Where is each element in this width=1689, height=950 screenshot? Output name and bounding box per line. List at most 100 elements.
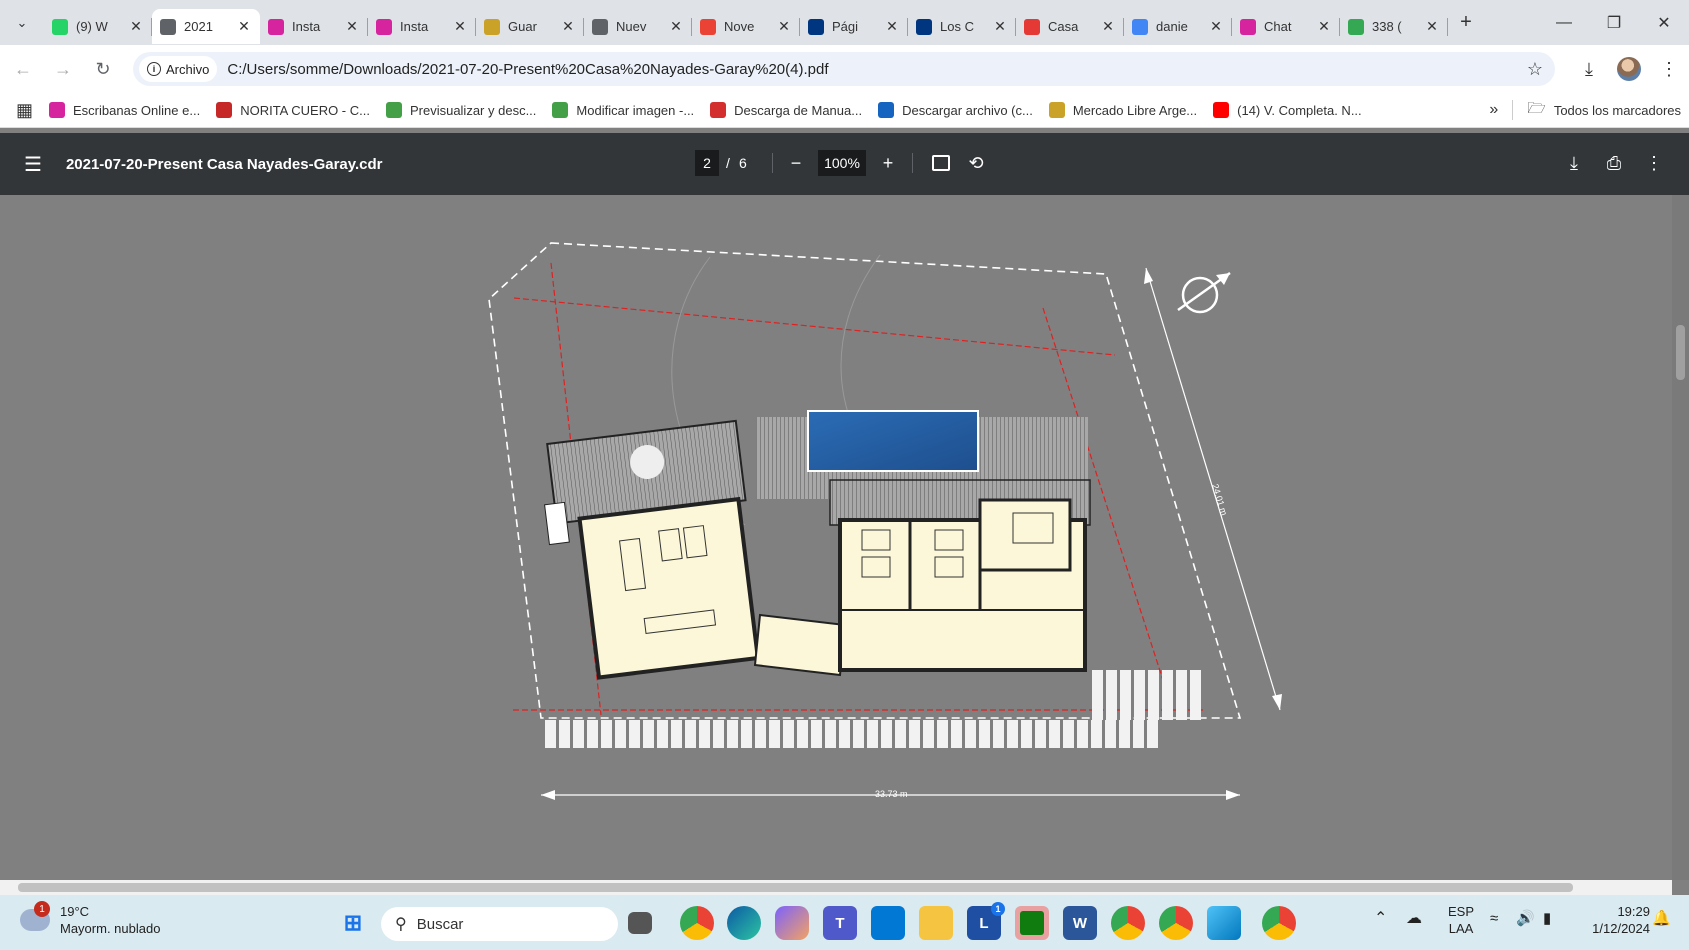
tray-overflow-icon[interactable]: ⌃	[1374, 910, 1387, 927]
windows-start-icon[interactable]: ⊞	[336, 906, 370, 940]
bookmark-item[interactable]: (14) V. Completa. N...	[1205, 96, 1370, 124]
tab-4[interactable]: Guar ✕	[476, 9, 584, 44]
tab-close-icon[interactable]: ✕	[884, 18, 900, 35]
bookmark-item[interactable]: Descargar archivo (c...	[870, 96, 1041, 124]
copilot-taskbar-icon[interactable]	[775, 906, 809, 940]
tab-12[interactable]: 338 (✕	[1340, 9, 1448, 44]
pdf-more-button[interactable]: ⋮	[1640, 150, 1668, 176]
volume-icon[interactable]: 🔊	[1516, 910, 1535, 927]
clock[interactable]: 19:29 1/12/2024	[1580, 903, 1650, 937]
tab-close-icon[interactable]: ✕	[452, 18, 468, 35]
zoom-level-input[interactable]: 100%	[818, 150, 866, 176]
tab-0[interactable]: (9) W ✕	[44, 9, 152, 44]
xbox-taskbar-icon[interactable]	[1015, 906, 1049, 940]
url-text[interactable]: C:/Users/somme/Downloads/2021-07-20-Pres…	[227, 61, 828, 78]
horizontal-scrollbar[interactable]	[0, 880, 1672, 895]
bookmark-label: Escribanas Online e...	[73, 102, 201, 118]
tab-close-icon[interactable]: ✕	[992, 18, 1008, 35]
all-bookmarks-button[interactable]: 🗁 Todos los marcadores	[1519, 96, 1689, 124]
taskbar-search[interactable]: ⚲ Buscar	[381, 907, 618, 941]
pdf-viewer[interactable]: 33.73 m 24.01 m	[0, 195, 1689, 880]
chrome-taskbar-icon[interactable]	[680, 906, 714, 940]
tab-close-icon[interactable]: ✕	[1208, 18, 1224, 35]
bookmark-item[interactable]: Escribanas Online e...	[41, 96, 208, 124]
tab-7[interactable]: Pági ✕	[800, 9, 908, 44]
minimize-button[interactable]: —	[1539, 0, 1589, 45]
tab-9[interactable]: Casa ✕	[1016, 9, 1124, 44]
bookmark-item[interactable]: Modificar imagen -...	[544, 96, 702, 124]
tab-8[interactable]: Los C ✕	[908, 9, 1016, 44]
pdf-menu-icon[interactable]: ☰	[24, 152, 42, 177]
tab-5[interactable]: Nuev ✕	[584, 9, 692, 44]
print-button[interactable]: ⎙	[1600, 150, 1628, 176]
pdf-download-button[interactable]: ⤓	[1560, 150, 1588, 176]
language-indicator[interactable]: ESP LAA	[1448, 903, 1474, 937]
tab-close-icon[interactable]: ✕	[344, 18, 360, 35]
tab-close-icon[interactable]: ✕	[668, 18, 684, 35]
bookmark-item[interactable]: Mercado Libre Arge...	[1041, 96, 1205, 124]
l-app-taskbar-icon[interactable]: L1	[967, 902, 1005, 940]
page-number-input[interactable]: 2	[695, 150, 719, 176]
downloads-icon[interactable]: ⤓	[1569, 59, 1609, 80]
tab-close-icon[interactable]: ✕	[236, 18, 252, 35]
bookmark-item[interactable]: Descarga de Manua...	[702, 96, 870, 124]
walkway-tile	[1120, 670, 1131, 720]
walkway-tile	[699, 720, 710, 748]
tab-title: Pági	[832, 19, 859, 34]
new-tab-button[interactable]: +	[1448, 11, 1484, 34]
bookmarks-overflow-icon[interactable]: »	[1481, 96, 1506, 124]
wifi-icon[interactable]: ≈	[1490, 910, 1498, 927]
photos-taskbar-icon[interactable]	[1207, 906, 1241, 940]
zoom-out-button[interactable]: −	[782, 150, 810, 176]
explorer-taskbar-icon[interactable]	[919, 906, 953, 940]
security-chip[interactable]: i Archivo	[139, 56, 218, 82]
walkway-tile	[881, 720, 892, 748]
walkway-tile	[629, 720, 640, 748]
notification-bell-icon[interactable]: 🔔	[1652, 910, 1671, 927]
bookmark-star-icon[interactable]: ☆	[1527, 59, 1543, 80]
tab-search-button[interactable]: ⌄	[0, 0, 44, 45]
bookmark-item[interactable]: NORITA CUERO - C...	[208, 96, 378, 124]
back-button[interactable]: ←	[6, 52, 40, 86]
tab-close-icon[interactable]: ✕	[128, 18, 144, 35]
reload-button[interactable]: ↻	[86, 52, 120, 86]
tab-6[interactable]: Nove ✕	[692, 9, 800, 44]
forward-button[interactable]: →	[46, 52, 80, 86]
address-bar[interactable]: i Archivo C:/Users/somme/Downloads/2021-…	[133, 52, 1555, 86]
tab-3[interactable]: Insta ✕	[368, 9, 476, 44]
weather-widget[interactable]: 1 19°C Mayorm. nublado	[20, 901, 160, 937]
word-taskbar-icon[interactable]: W	[1063, 906, 1097, 940]
chrome-profile-taskbar-icon[interactable]	[1159, 906, 1193, 940]
task-view-icon[interactable]	[628, 912, 652, 934]
avatar[interactable]	[1617, 57, 1641, 81]
tab-1[interactable]: 2021 ✕	[152, 9, 260, 44]
tab-close-icon[interactable]: ✕	[776, 18, 792, 35]
tab-11[interactable]: Chat ✕	[1232, 9, 1340, 44]
kebab-menu-icon[interactable]: ⋮	[1649, 59, 1689, 80]
close-window-button[interactable]: ✕	[1639, 0, 1689, 45]
scroll-thumb[interactable]	[18, 883, 1573, 892]
scroll-thumb[interactable]	[1676, 325, 1685, 380]
battery-icon[interactable]: ▮	[1543, 910, 1551, 927]
walkway-tile	[839, 720, 850, 748]
walkway-tile	[1190, 670, 1201, 720]
tab-close-icon[interactable]: ✕	[1424, 18, 1440, 35]
onedrive-icon[interactable]: ☁	[1406, 910, 1422, 927]
tab-close-icon[interactable]: ✕	[560, 18, 576, 35]
chrome-profile-taskbar-icon[interactable]	[1111, 906, 1145, 940]
tab-10[interactable]: danie ✕	[1124, 9, 1232, 44]
store-taskbar-icon[interactable]	[871, 906, 905, 940]
chrome-profile-taskbar-icon[interactable]	[1262, 906, 1296, 940]
zoom-in-button[interactable]: +	[874, 150, 902, 176]
bookmark-item[interactable]: Previsualizar y desc...	[378, 96, 544, 124]
vertical-scrollbar[interactable]	[1672, 195, 1689, 880]
restore-button[interactable]: ❐	[1589, 0, 1639, 45]
edge-taskbar-icon[interactable]	[727, 906, 761, 940]
apps-grid-icon[interactable]: ▦	[8, 96, 41, 124]
tab-close-icon[interactable]: ✕	[1100, 18, 1116, 35]
tab-close-icon[interactable]: ✕	[1316, 18, 1332, 35]
fit-page-button[interactable]	[927, 150, 955, 176]
teams-taskbar-icon[interactable]: T	[823, 906, 857, 940]
tab-2[interactable]: Insta ✕	[260, 9, 368, 44]
rotate-button[interactable]: ⟲	[962, 150, 990, 176]
